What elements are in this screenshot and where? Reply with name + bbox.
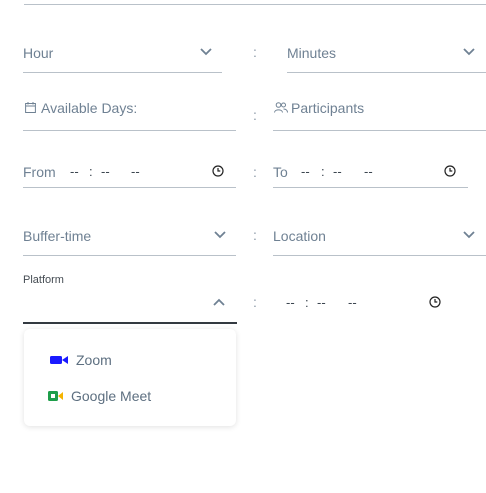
platform-sep: : xyxy=(305,295,309,310)
buffer-time-placeholder: Buffer-time xyxy=(23,228,92,244)
people-icon xyxy=(274,102,288,113)
platform-ampm[interactable]: -- xyxy=(348,295,357,310)
chevron-down-icon xyxy=(200,48,212,56)
platform-dropdown-menu: Zoom Google Meet xyxy=(24,329,236,426)
zoom-video-icon xyxy=(50,356,68,364)
row-colon: : xyxy=(253,164,257,180)
chevron-down-icon xyxy=(214,231,226,239)
chevron-up-icon xyxy=(213,298,225,306)
hour-placeholder: Hour xyxy=(23,45,54,61)
from-minute[interactable]: -- xyxy=(101,164,110,179)
platform-hour[interactable]: -- xyxy=(286,295,295,310)
platform-label: Platform xyxy=(23,274,64,286)
chevron-down-icon xyxy=(463,231,475,239)
platform-underline-focused xyxy=(23,322,237,324)
platform-option-google-meet[interactable]: Google Meet xyxy=(48,388,151,404)
from-sep: : xyxy=(89,164,93,179)
platform-option-zoom[interactable]: Zoom xyxy=(50,352,112,368)
hour-underline xyxy=(23,72,222,73)
to-minute[interactable]: -- xyxy=(333,164,342,179)
location-placeholder: Location xyxy=(273,228,326,244)
from-ampm[interactable]: -- xyxy=(131,164,140,179)
to-ampm[interactable]: -- xyxy=(364,164,373,179)
clock-icon[interactable] xyxy=(444,165,456,177)
to-label: To xyxy=(273,164,288,180)
location-underline xyxy=(273,255,486,256)
from-label: From xyxy=(23,164,56,180)
platform-option-label: Zoom xyxy=(76,352,112,368)
top-field-underline xyxy=(24,4,486,5)
participants-label: Participants xyxy=(291,100,365,116)
platform-option-label: Google Meet xyxy=(71,388,152,404)
to-underline xyxy=(273,187,468,188)
to-sep: : xyxy=(321,164,325,179)
clock-icon[interactable] xyxy=(429,296,441,308)
from-hour[interactable]: -- xyxy=(70,164,79,179)
participants-underline xyxy=(273,130,486,131)
platform-minute[interactable]: -- xyxy=(317,295,326,310)
minutes-underline xyxy=(287,72,486,73)
row-colon: : xyxy=(253,294,257,310)
row-colon: : xyxy=(253,107,257,123)
chevron-down-icon xyxy=(463,48,475,56)
available-days-label: Available Days: xyxy=(41,100,138,116)
buffer-time-underline xyxy=(23,255,236,256)
clock-icon[interactable] xyxy=(212,165,224,177)
google-meet-icon xyxy=(48,391,63,401)
calendar-icon xyxy=(25,102,36,113)
available-days-underline xyxy=(23,130,236,131)
from-underline xyxy=(23,187,236,188)
to-hour[interactable]: -- xyxy=(301,164,310,179)
row-colon: : xyxy=(253,227,257,243)
minutes-placeholder: Minutes xyxy=(287,45,337,61)
time-colon: : xyxy=(253,44,257,60)
